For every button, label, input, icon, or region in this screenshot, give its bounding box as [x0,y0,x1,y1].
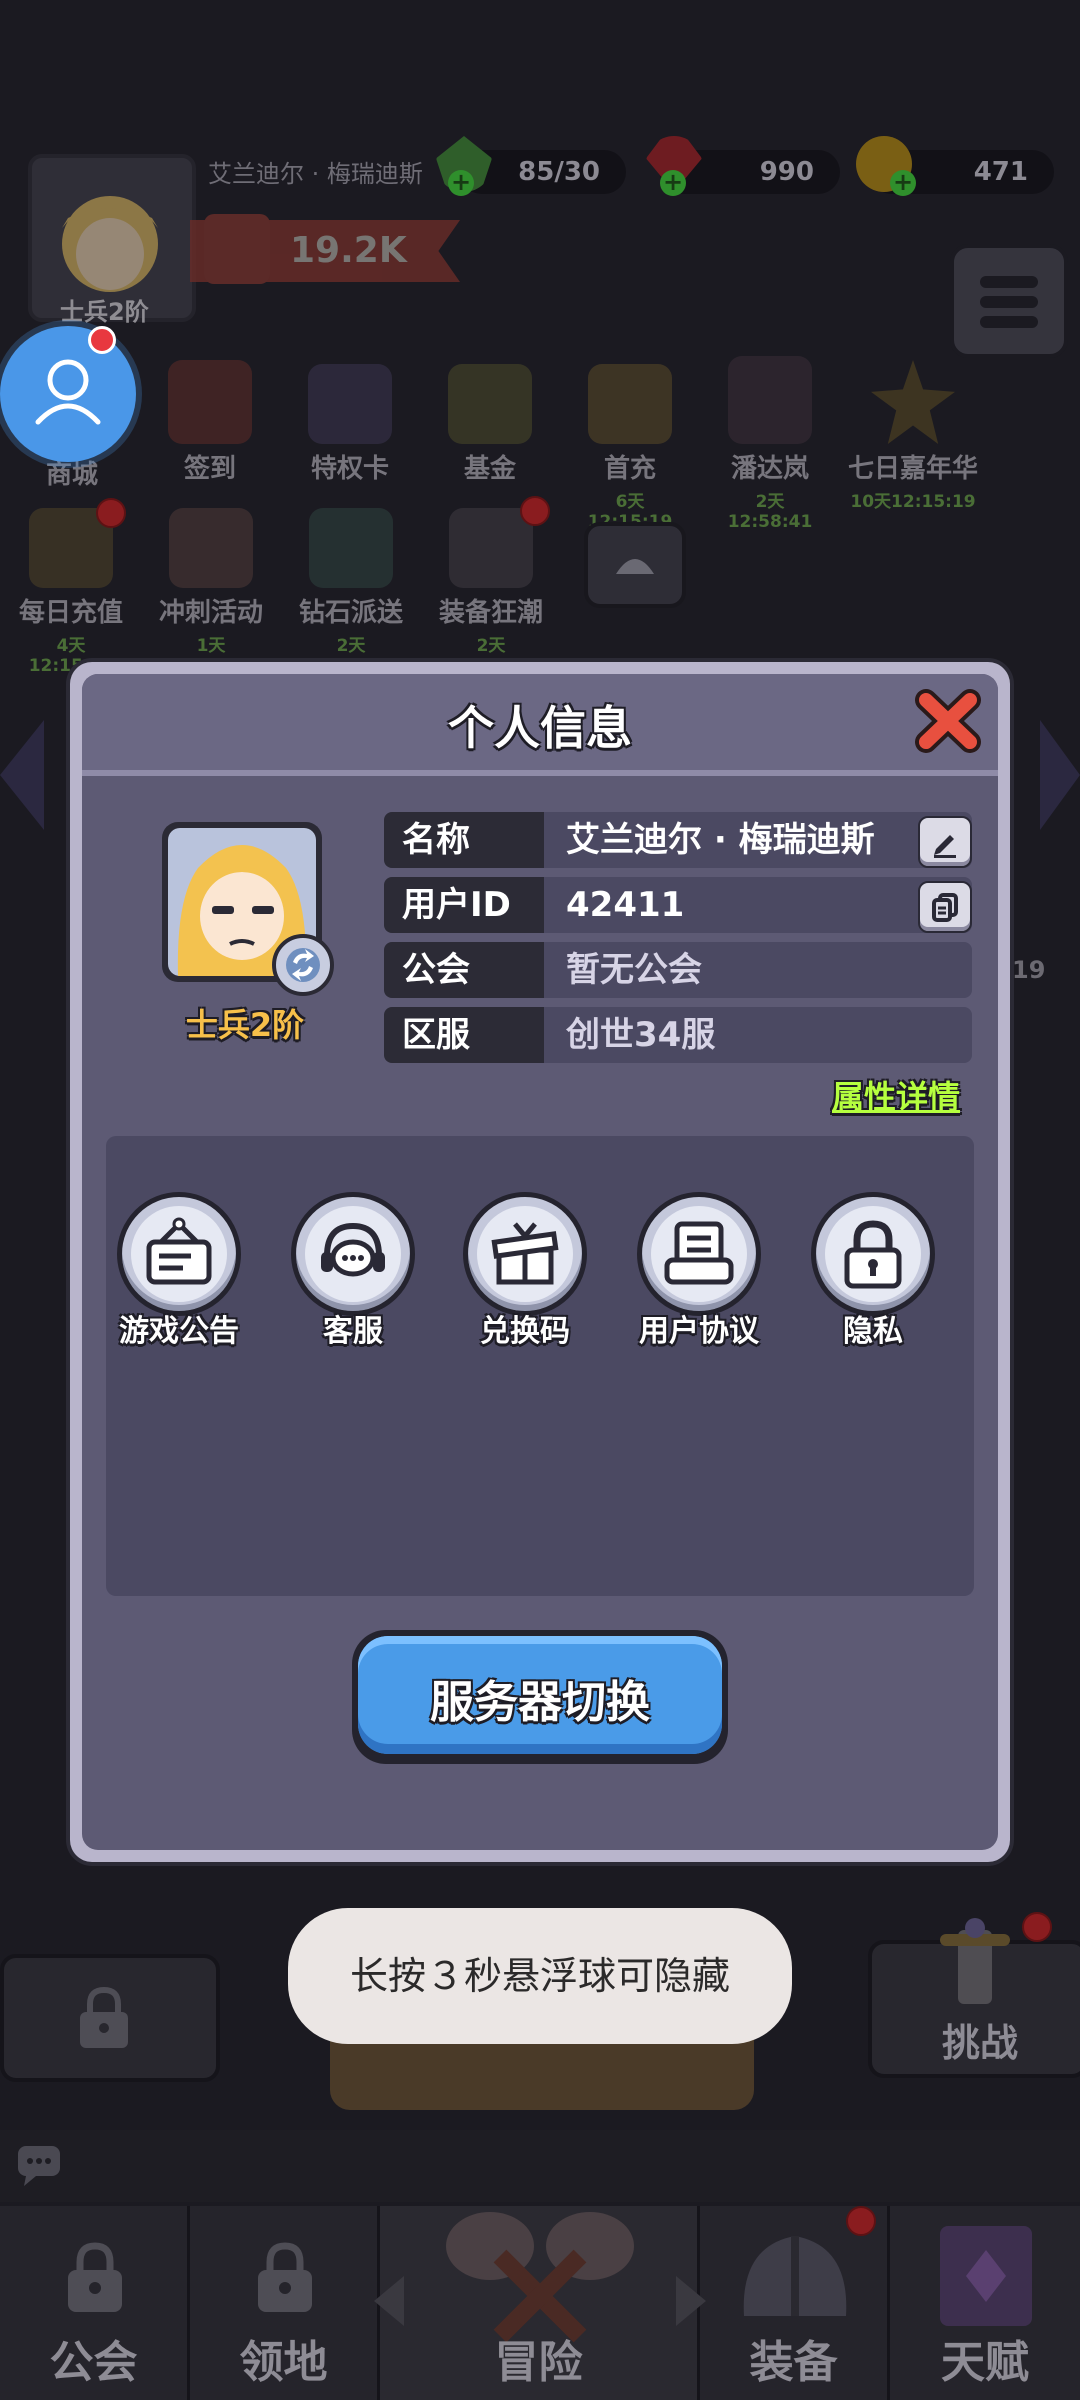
hud-diamond-giveaway[interactable]: 钻石派送2天12:15:19 [296,508,406,676]
notification-dot [1022,1912,1052,1942]
hud-equipment-frenzy[interactable]: 装备狂潮2天12:15:19 [436,508,546,676]
floating-assistant-ball[interactable] [0,326,136,462]
hud-seven-day-carnival[interactable]: 七日嘉年华 10天12:15:19 [838,360,988,512]
crystal-icon [309,508,393,588]
notification-dot [846,2206,876,2236]
info-key-server: 区服 [384,1007,544,1063]
server-switch-button[interactable]: 服务器切换 [352,1630,728,1764]
info-value-name: 艾兰迪尔 · 梅瑞迪斯 [544,812,972,868]
hud-first-recharge[interactable]: 首充6天12:15:19 [578,364,682,532]
info-row-server: 区服 创世34服 [384,1007,984,1063]
crossed-axes-icon [446,2212,634,2343]
modal-header: 个人信息 [82,674,998,776]
player-name: 艾兰迪尔 · 梅瑞迪斯 [208,160,423,188]
power-icon [204,214,270,284]
lock-icon [80,1986,128,2048]
info-value-user-id: 42411 [544,877,972,933]
fund-coins-icon [448,364,532,444]
calendar-icon [168,360,252,444]
tab-adventure[interactable]: 冒险 [380,2206,700,2400]
privacy-lock-icon [844,1220,902,1289]
info-value-guild: 暂无公会 [544,942,972,998]
left-page-arrow[interactable] [0,720,44,830]
toast-message: 长按３秒悬浮球可隐藏 [288,1908,792,2044]
hud-daily-recharge[interactable]: 每日充值 4天12:15:19 [16,508,126,676]
samurai-helmet-icon [728,356,812,444]
notification-dot [96,498,126,528]
close-icon [915,689,981,753]
hud-sprint-event[interactable]: 冲刺活动1天12:15:19 [156,508,266,676]
info-row-name: 名称 艾兰迪尔 · 梅瑞迪斯 [384,812,984,868]
redeem-code-button[interactable]: 兑换码 [450,1192,600,1350]
star-seven-icon [871,360,955,444]
info-row-user-id: 用户ID 42411 [384,877,984,933]
attribute-details-link[interactable]: 属性详情 [832,1072,960,1118]
notification-dot [520,496,550,526]
change-avatar-button[interactable] [272,934,334,996]
side-timer: 19 [1012,956,1046,984]
lock-icon [68,2242,122,2312]
copy-icon [932,893,958,922]
chat-bubble-icon [18,2146,60,2186]
server-switch-label: 服务器切换 [430,1677,650,1728]
menu-button[interactable] [950,244,1068,358]
tab-talent[interactable]: 天赋 [890,2206,1080,2400]
crossed-swords-icon [449,508,533,588]
info-value-server: 创世34服 [544,1007,972,1063]
challenge-label: 挑战 [942,2021,1019,2065]
close-button[interactable] [910,686,986,756]
info-key-guild: 公会 [384,942,544,998]
locked-slot-left[interactable] [0,1954,220,2082]
hud-fund[interactable]: 基金 [438,364,542,485]
refresh-icon [286,948,320,982]
user-agreement-button[interactable]: 用户协议 [624,1192,774,1350]
tab-territory[interactable]: 领地 [190,2206,380,2400]
info-row-guild: 公会 暂无公会 [384,942,984,998]
edit-name-button[interactable] [918,816,972,868]
customer-service-button[interactable]: 客服 [278,1192,428,1350]
treasure-chest-icon [588,364,672,444]
profile-rank: 士兵2阶 [185,1006,305,1044]
add-energy-button[interactable]: + [448,170,474,196]
chevron-up-icon [616,559,654,574]
vip-card-icon [308,364,392,444]
tab-guild[interactable]: 公会 [0,2206,190,2400]
modal-title: 个人信息 [448,701,632,755]
profile-modal: 个人信息 士兵2阶 名称 艾兰迪尔 · 梅瑞迪斯 用户ID 42411 公会 暂… [70,662,1010,1862]
bottom-tab-bar: 公会 领地 冒险 装备 天赋 [0,2206,1080,2400]
hud-checkin[interactable]: 签到 [158,360,262,485]
info-key-user-id: 用户ID [384,877,544,933]
game-announcement-button[interactable]: 游戏公告 [104,1192,254,1350]
hud-pandaren[interactable]: 潘达岚 2天12:58:41 [718,356,822,532]
power-value: 19.2K [290,230,407,271]
collapse-button[interactable] [584,522,686,608]
user-agreement-icon [664,1221,734,1285]
right-page-arrow[interactable] [1040,720,1080,830]
menu-icon [980,276,1038,328]
copy-id-button[interactable] [918,881,972,933]
customer-service-icon [321,1222,385,1277]
chat-bar[interactable] [0,2130,1080,2202]
hud-privilege-card[interactable]: 特权卡 [298,364,402,485]
info-key-name: 名称 [384,812,544,868]
player-rank: 士兵2阶 [60,298,149,326]
gift-code-icon [491,1222,559,1285]
add-ruby-button[interactable]: + [660,170,686,196]
edit-pencil-icon [934,835,956,858]
challenge-button[interactable]: 挑战 [868,1918,1080,2078]
announcement-icon [146,1217,212,1285]
spellbook-icon [940,2226,1032,2326]
add-gold-button[interactable]: + [890,170,916,196]
trophy-icon [169,508,253,588]
user-profile-icon [35,359,101,425]
privacy-button[interactable]: 隐私 [798,1192,948,1350]
challenge-sword-icon [940,1918,1010,2004]
lock-icon [258,2242,312,2312]
floating-ball-red-dot [88,326,116,354]
